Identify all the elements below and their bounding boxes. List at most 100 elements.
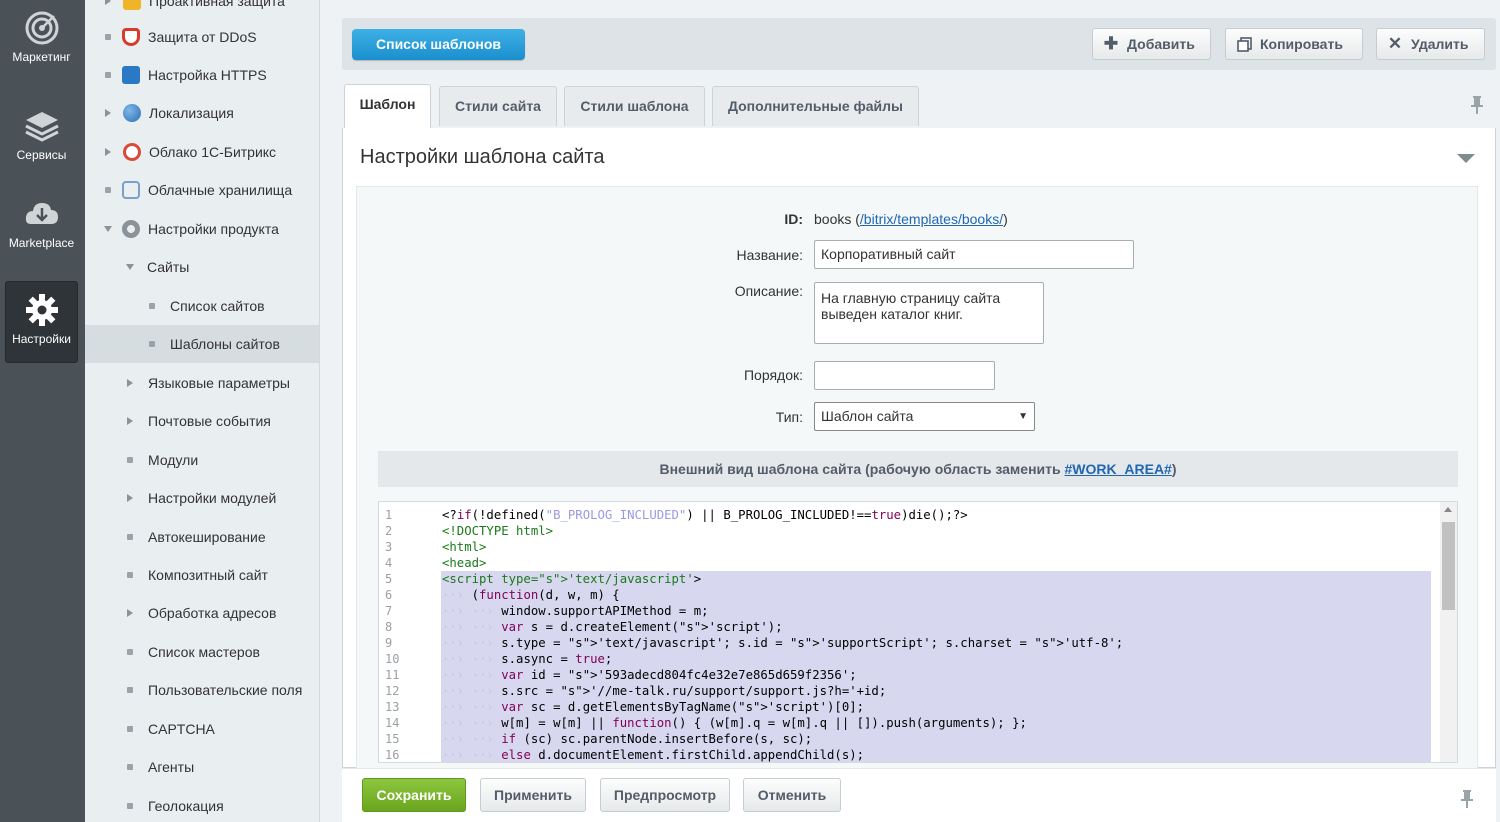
shield-icon — [122, 28, 140, 46]
description-field[interactable]: На главную страницу сайта выведен катало… — [814, 282, 1044, 344]
tab-template[interactable]: Шаблон — [344, 84, 431, 128]
scrollbar-thumb[interactable] — [1442, 522, 1455, 610]
code-text: ··› ··› s.async = true; — [441, 651, 1431, 667]
expand-icon[interactable] — [105, 148, 111, 156]
template-list-button[interactable]: Список шаблонов — [352, 29, 526, 60]
tree-item-composite[interactable]: Композитный сайт — [85, 556, 319, 594]
tree-item-user-fields[interactable]: Пользовательские поля — [85, 671, 319, 709]
code-text: ··› ··› s.type = "s">'text/javascript'; … — [441, 635, 1431, 651]
bullet-icon — [127, 687, 133, 693]
tree-item-wizards[interactable]: Список мастеров — [85, 633, 319, 671]
bullet-icon — [127, 649, 133, 655]
tree-item-captcha[interactable]: CAPTCHA — [85, 710, 319, 748]
copy-button[interactable]: Копировать — [1225, 28, 1363, 60]
tree-item-label: Композитный сайт — [148, 567, 268, 583]
rail-item-marketplace[interactable]: Marketplace — [5, 186, 78, 268]
line-number: 3 — [385, 540, 393, 554]
save-button[interactable]: Сохранить — [362, 778, 466, 812]
expand-icon[interactable] — [127, 609, 133, 617]
order-field[interactable] — [814, 361, 995, 390]
line-number: 4 — [385, 556, 393, 570]
line-number: 6 — [385, 588, 393, 602]
tree-item-product-settings[interactable]: Настройки продукта — [85, 210, 319, 248]
cancel-button[interactable]: Отменить — [743, 778, 841, 812]
code-text: <head> — [442, 556, 487, 570]
expand-icon[interactable] — [127, 379, 133, 387]
tree-item-bitrix-cloud[interactable]: Облако 1С-Битрикс — [85, 133, 319, 171]
tree-item-site-templates[interactable]: Шаблоны сайтов — [85, 325, 319, 363]
tree-item-modules[interactable]: Модули — [85, 441, 319, 479]
preview-button[interactable]: Предпросмотр — [600, 778, 730, 812]
tab-site-styles[interactable]: Стили сайта — [439, 86, 557, 126]
tree-item-module-settings[interactable]: Настройки модулей — [85, 479, 319, 517]
tree-item-label: Список мастеров — [148, 644, 260, 660]
scrollbar[interactable] — [1440, 502, 1457, 762]
tree-item-label: Языковые параметры — [148, 375, 290, 391]
shield-icon — [123, 0, 141, 10]
tree-item-label: Пользовательские поля — [148, 682, 303, 698]
tree-item-sites[interactable]: Сайты — [85, 248, 319, 286]
tree-item-cloud-storage[interactable]: Облачные хранилища — [85, 171, 319, 209]
id-paren: ) — [1003, 211, 1008, 227]
name-label: Название: — [736, 247, 803, 263]
apply-button[interactable]: Применить — [480, 778, 586, 812]
tree-item-label: Список сайтов — [170, 298, 265, 314]
pin-icon[interactable] — [1460, 790, 1474, 808]
line-number: 7 — [385, 604, 393, 618]
expand-icon[interactable] — [105, 0, 111, 5]
pin-icon[interactable] — [1470, 96, 1484, 114]
tree-item-autocache[interactable]: Автокеширование — [85, 518, 319, 556]
main-rail: Маркетинг Сервисы Marketplace Настройки — [0, 0, 85, 822]
expand-icon[interactable] — [127, 494, 133, 502]
tree-item-label: Модули — [148, 452, 199, 468]
gear-icon — [25, 294, 58, 326]
rail-item-settings[interactable]: Настройки — [5, 281, 78, 363]
tree-item-url-processing[interactable]: Обработка адресов — [85, 594, 319, 632]
tree-item-geolocation[interactable]: Геолокация — [85, 787, 319, 822]
code-text: <script type="s">'text/javascript'> — [441, 571, 1431, 587]
tree-item-https[interactable]: Настройка HTTPS — [85, 56, 319, 94]
appearance-text-end: ) — [1171, 461, 1177, 477]
tree-item-mail-events[interactable]: Почтовые события — [85, 402, 319, 440]
collapse-arrow-icon[interactable] — [1457, 154, 1475, 163]
rail-label: Настройки — [12, 332, 71, 346]
type-select[interactable]: Шаблон сайта ▼ — [814, 402, 1035, 431]
scroll-up-icon[interactable] — [1444, 507, 1452, 512]
storage-icon — [122, 181, 140, 199]
tab-extra-files[interactable]: Дополнительные файлы — [712, 86, 919, 126]
code-text: ··› ··› if (sc) sc.parentNode.insertBefo… — [441, 731, 1431, 747]
name-field[interactable]: Корпоративный сайт — [814, 240, 1134, 269]
tree-item-label: Геолокация — [148, 798, 224, 814]
tree-item-agents[interactable]: Агенты — [85, 748, 319, 786]
tree-item-language-params[interactable]: Языковые параметры — [85, 364, 319, 402]
bullet-icon — [127, 726, 133, 732]
code-line: 11 ··› ··› var id = "s">'593adecd804fc4e3… — [379, 667, 1439, 683]
tab-template-styles[interactable]: Стили шаблона — [564, 86, 705, 126]
tree-item-ddos[interactable]: Защита от DDoS — [85, 18, 319, 56]
expand-icon[interactable] — [105, 109, 111, 117]
tree-item-proactive[interactable]: Проактивная защита — [85, 0, 319, 20]
add-button[interactable]: ✚ Добавить — [1092, 28, 1211, 60]
tree-item-label: Настройки модулей — [148, 490, 277, 506]
code-line: 13 ··› ··› var sc = d.getElementsByTagNam… — [379, 699, 1439, 715]
line-number: 5 — [385, 572, 393, 586]
id-label: ID: — [784, 211, 803, 227]
code-editor[interactable]: 1 <?if(!defined("B_PROLOG_INCLUDED") || B… — [378, 501, 1458, 763]
tree-item-localization[interactable]: Локализация — [85, 94, 319, 132]
collapse-icon[interactable] — [104, 226, 112, 232]
template-path-link[interactable]: /bitrix/templates/books/ — [860, 211, 1003, 227]
work-area-link[interactable]: #WORK_AREA# — [1064, 461, 1171, 477]
tree-item-label: Локализация — [149, 105, 234, 121]
target-icon — [25, 11, 58, 45]
type-selected-value: Шаблон сайта — [821, 408, 914, 424]
delete-button[interactable]: ✕ Удалить — [1376, 28, 1485, 60]
main-content: Список шаблонов ✚ Добавить Копировать ✕ Уд… — [342, 18, 1496, 822]
appearance-text: Внешний вид шаблона сайта (рабочую облас… — [659, 461, 1065, 477]
tree-item-label: Автокеширование — [148, 529, 266, 545]
expand-icon[interactable] — [127, 417, 133, 425]
rail-item-services[interactable]: Сервисы — [5, 98, 78, 180]
tree-item-site-list[interactable]: Список сайтов — [85, 287, 319, 325]
code-line: 3 <html> — [379, 539, 1439, 555]
rail-item-marketing[interactable]: Маркетинг — [5, 0, 78, 82]
collapse-icon[interactable] — [126, 264, 134, 270]
